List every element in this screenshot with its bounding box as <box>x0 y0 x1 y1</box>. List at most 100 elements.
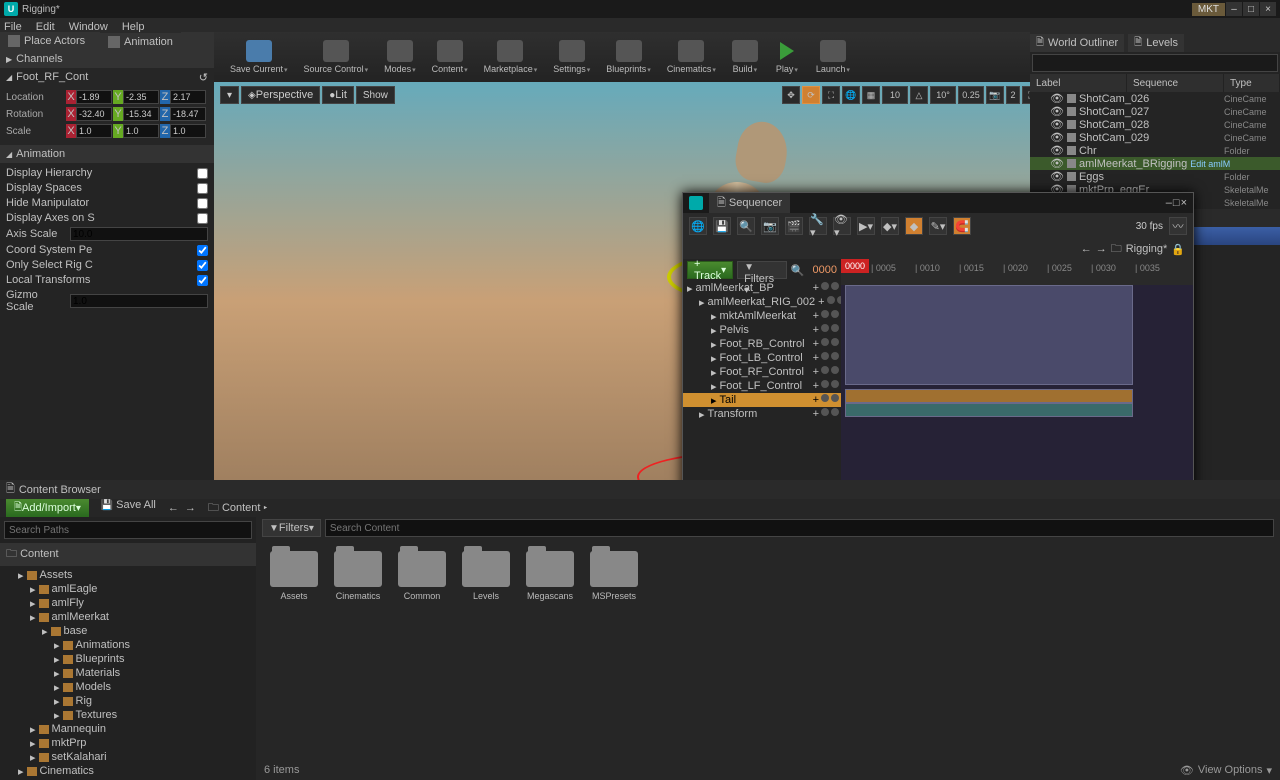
seq-fps-label[interactable]: 30 fps <box>1136 221 1163 232</box>
seq-add-key-button[interactable]: + <box>813 408 819 420</box>
expand-icon[interactable]: ▸ <box>54 653 60 666</box>
angle-snap-value[interactable]: 10° <box>930 86 956 104</box>
seq-section-dot[interactable] <box>821 338 829 346</box>
cb-tree-node[interactable]: ▸setKalahari <box>2 750 254 764</box>
content-button[interactable]: Content▾ <box>426 38 474 76</box>
seq-add-key-button[interactable]: + <box>813 310 819 322</box>
outliner-row[interactable]: 👁EggsFolder <box>1030 170 1280 183</box>
anim-opt-checkbox[interactable] <box>197 260 208 271</box>
anim-opt-checkbox[interactable] <box>197 168 208 179</box>
outliner-row[interactable]: 👁ShotCam_027CineCame <box>1030 105 1280 118</box>
expand-icon[interactable]: ▸ <box>54 695 60 708</box>
col-sequence[interactable]: Sequence <box>1127 74 1224 92</box>
seq-key-dot[interactable] <box>831 380 839 388</box>
cb-tree-node[interactable]: ▸amlEagle <box>2 582 254 596</box>
minimize-button[interactable]: – <box>1226 2 1242 16</box>
seq-playhead[interactable]: 0000 <box>841 259 869 273</box>
seq-clip[interactable] <box>845 285 1133 385</box>
levels-tab[interactable]: 🗎 Levels <box>1128 34 1184 52</box>
seq-section-dot[interactable] <box>821 380 829 388</box>
location-x-input[interactable] <box>76 90 112 104</box>
seq-render-button[interactable]: 🎬 <box>785 217 803 235</box>
seq-tree-row[interactable]: ▸Foot_LB_Control+ <box>683 351 841 365</box>
expand-icon[interactable]: ▸ <box>711 366 717 379</box>
seq-time-ruler[interactable]: 0000 | 0005| 0010| 0015| 0020| 0025| 003… <box>841 259 1193 285</box>
cb-folder-item[interactable]: Levels <box>460 551 512 601</box>
channel-item[interactable]: ◢Foot_RF_Cont↺ <box>0 68 214 86</box>
source-button[interactable]: Source Control▾ <box>298 38 375 76</box>
seq-find-button[interactable]: 🔍 <box>737 217 755 235</box>
expand-icon[interactable]: ▸ <box>699 296 705 309</box>
rotation-y-input[interactable] <box>123 107 159 121</box>
settings-button[interactable]: Settings▾ <box>547 38 596 76</box>
expand-icon[interactable]: ▸ <box>30 583 36 596</box>
location-y-input[interactable] <box>123 90 159 104</box>
col-type[interactable]: Type <box>1224 74 1280 92</box>
seq-tree-row[interactable]: ▸Tail+ <box>683 393 841 407</box>
seq-tree-row[interactable]: ▸Foot_RF_Control+ <box>683 365 841 379</box>
cb-folder-item[interactable]: Assets <box>268 551 320 601</box>
grid-snap-button[interactable]: ▦ <box>862 86 880 104</box>
seq-key-dot[interactable] <box>831 408 839 416</box>
seq-tree-row[interactable]: ▸Foot_RB_Control+ <box>683 337 841 351</box>
seq-autokey-button[interactable]: ◆ <box>905 217 923 235</box>
seq-section-dot[interactable] <box>821 408 829 416</box>
seq-key-dot[interactable] <box>831 394 839 402</box>
cinematics-button[interactable]: Cinematics▾ <box>661 38 722 76</box>
lit-button[interactable]: ● Lit <box>322 86 354 104</box>
save-button[interactable]: Save Current▾ <box>224 38 294 76</box>
seq-fwd-button[interactable]: → <box>1096 243 1107 255</box>
expand-icon[interactable]: ▸ <box>711 310 717 323</box>
expand-icon[interactable]: ▸ <box>30 723 36 736</box>
market-button[interactable]: Marketplace▾ <box>478 38 544 76</box>
eye-icon[interactable]: 👁 <box>1050 92 1064 105</box>
grid-snap-value[interactable]: 10 <box>882 86 908 104</box>
expand-icon[interactable]: ▸ <box>711 338 717 351</box>
animation-header[interactable]: ◢Animation <box>0 145 214 163</box>
add-import-button[interactable]: 🗎 Add/Import ▾ <box>6 499 89 517</box>
sequencer-titlebar[interactable]: 🗎 Sequencer – □ × <box>683 193 1193 213</box>
cb-tree-node[interactable]: ▸Assets <box>2 568 254 582</box>
cb-filters-button[interactable]: ▼ Filters ▾ <box>262 519 321 537</box>
seq-add-key-button[interactable]: + <box>813 282 819 294</box>
expand-icon[interactable]: ▸ <box>30 751 36 764</box>
anim-opt-checkbox[interactable] <box>197 183 208 194</box>
camera-speed-value[interactable]: 2 <box>1006 86 1020 104</box>
play-button[interactable]: Play▾ <box>768 38 806 76</box>
outliner-row-action[interactable]: Edit amlM <box>1190 159 1230 169</box>
seq-add-key-button[interactable]: + <box>813 338 819 350</box>
seq-add-key-button[interactable]: + <box>818 296 824 308</box>
scale-z-input[interactable] <box>170 124 206 138</box>
seq-snap-button[interactable]: 🧲 <box>953 217 971 235</box>
anim-opt-checkbox[interactable] <box>197 198 208 209</box>
expand-icon[interactable]: ▸ <box>42 625 48 638</box>
cb-fwd-button[interactable]: → <box>185 502 196 514</box>
expand-icon[interactable]: ▸ <box>18 765 24 778</box>
seq-crumb-label[interactable]: Rigging* <box>1126 243 1168 255</box>
coord-space-button[interactable]: 🌐 <box>842 86 860 104</box>
lock-icon[interactable]: 🔒 <box>1171 243 1185 256</box>
rotation-x-input[interactable] <box>76 107 112 121</box>
anim-opt-checkbox[interactable] <box>197 275 208 286</box>
seq-key-dot[interactable] <box>831 324 839 332</box>
outliner-row[interactable]: 👁ShotCam_029CineCame <box>1030 131 1280 144</box>
eye-icon[interactable]: 👁 <box>1050 170 1064 183</box>
seq-add-key-button[interactable]: + <box>813 324 819 336</box>
content-browser-tab[interactable]: 🗎 Content Browser <box>0 480 1280 499</box>
expand-icon[interactable]: ▸ <box>30 597 36 610</box>
seq-tree-row[interactable]: ▸Pelvis+ <box>683 323 841 337</box>
seq-key-button[interactable]: ◆▾ <box>881 217 899 235</box>
seq-tree-row[interactable]: ▸mktAmlMeerkat+ <box>683 309 841 323</box>
seq-tree-row[interactable]: ▸Foot_LF_Control+ <box>683 379 841 393</box>
seq-section-dot[interactable] <box>821 324 829 332</box>
cb-breadcrumb[interactable]: 🗀 Content ▸ <box>202 499 274 517</box>
seq-tree-row[interactable]: ▸Transform+ <box>683 407 841 421</box>
expand-icon[interactable]: ▸ <box>699 408 705 421</box>
seq-view-button[interactable]: 👁▾ <box>833 217 851 235</box>
expand-icon[interactable]: ▸ <box>711 324 717 337</box>
outliner-row[interactable]: 👁ShotCam_028CineCame <box>1030 118 1280 131</box>
col-label[interactable]: Label <box>1030 74 1127 92</box>
cb-tree-node[interactable]: ▸Rig <box>2 694 254 708</box>
seq-section-dot[interactable] <box>827 296 835 304</box>
expand-icon[interactable]: ▸ <box>18 569 24 582</box>
